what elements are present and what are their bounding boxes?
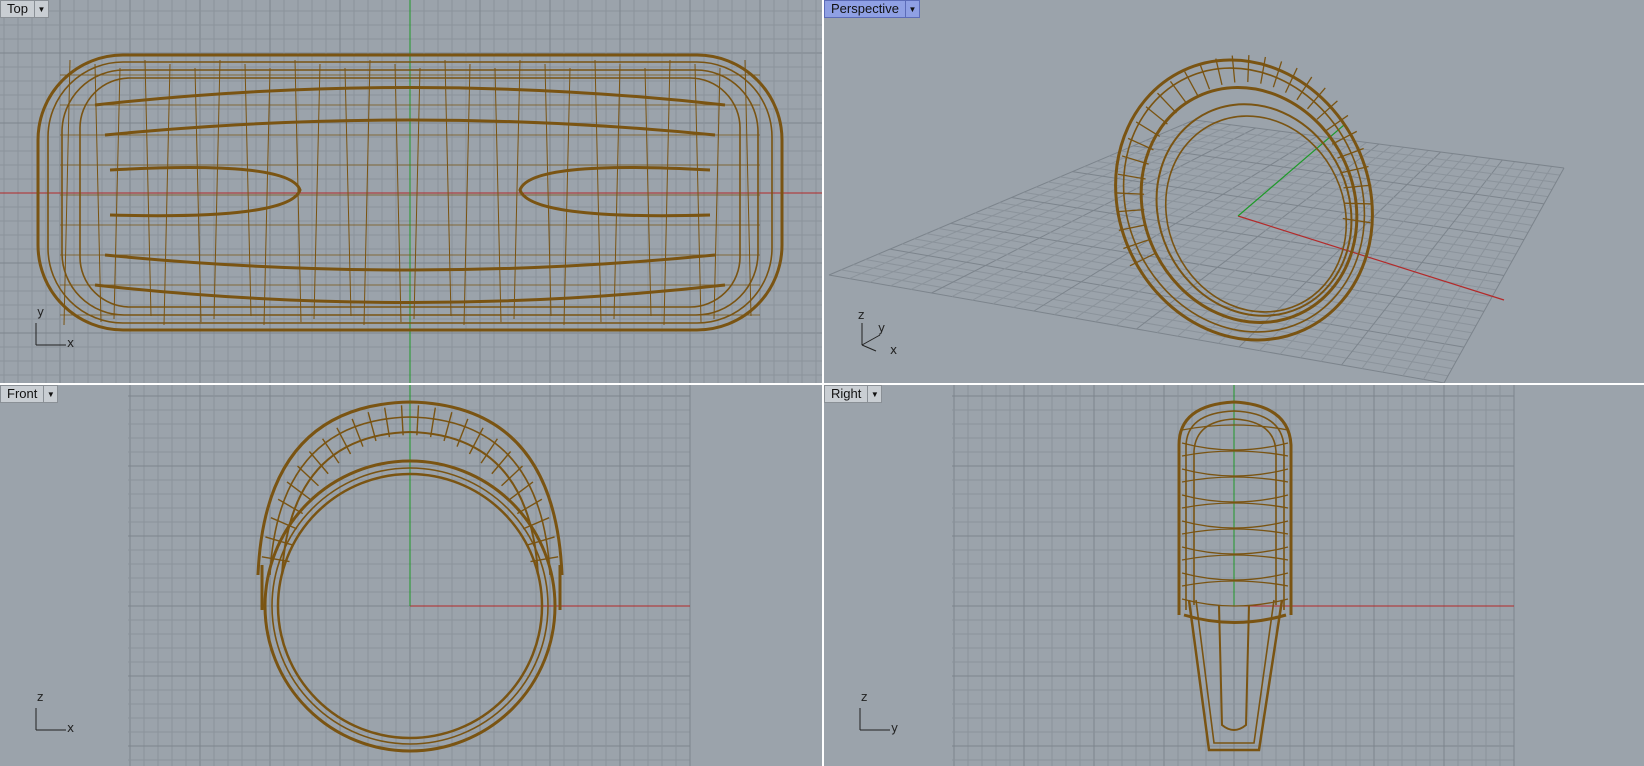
viewport-tab-top[interactable]: Top ▼ (0, 0, 49, 18)
ring-wireframe-right (1177, 400, 1293, 752)
dropdown-arrow-icon[interactable]: ▼ (43, 386, 57, 402)
dropdown-arrow-icon[interactable]: ▼ (867, 386, 881, 402)
right-grid (952, 385, 1515, 766)
right-view-canvas[interactable] (824, 385, 1644, 766)
axis-label-z: z (858, 308, 865, 322)
viewport-perspective[interactable]: Perspective ▼ z y x (824, 0, 1644, 383)
viewport-right[interactable]: Right ▼ z y (824, 385, 1644, 766)
viewport-title: Top (7, 1, 28, 16)
viewport-tab-perspective[interactable]: Perspective ▼ (824, 0, 920, 18)
top-view-canvas[interactable] (0, 0, 822, 383)
axis-label-y: y (878, 321, 886, 335)
top-grid (0, 0, 822, 383)
viewport-title: Right (831, 386, 862, 401)
perspective-view-canvas[interactable] (824, 0, 1644, 383)
dropdown-arrow-icon[interactable]: ▼ (33, 1, 48, 17)
viewport-front[interactable]: Front ▼ z x (0, 385, 822, 766)
ring-wireframe-perspective (1114, 55, 1374, 342)
axis-label-x: x (890, 343, 898, 357)
axis-label-z: z (37, 690, 44, 704)
axis-label-y: y (891, 721, 899, 735)
dropdown-arrow-icon[interactable]: ▼ (904, 1, 919, 17)
front-view-canvas[interactable] (0, 385, 822, 766)
axis-label-x: x (67, 721, 75, 735)
viewport-title: Front (7, 386, 38, 401)
viewport-tab-front[interactable]: Front ▼ (0, 385, 59, 403)
front-grid (128, 385, 691, 766)
axis-label-x: x (67, 336, 75, 350)
viewport-top[interactable]: Top ▼ y x (0, 0, 822, 383)
perspective-grid (828, 119, 1565, 383)
axis-label-y: y (37, 305, 45, 319)
viewport-tab-right[interactable]: Right ▼ (824, 385, 883, 403)
axis-label-z: z (861, 690, 868, 704)
viewport-title: Perspective (831, 1, 899, 16)
